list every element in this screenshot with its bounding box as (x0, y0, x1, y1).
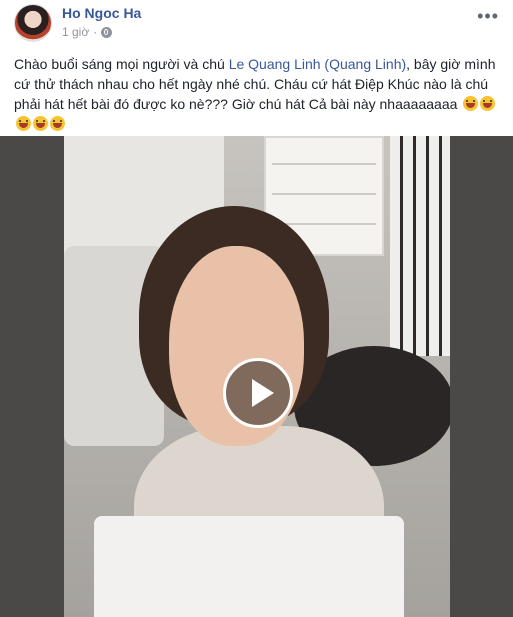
video-player[interactable] (0, 136, 513, 617)
separator-dot: · (93, 25, 98, 39)
laughing-emoji-icon (463, 96, 479, 111)
post-time[interactable]: 1 giờ (62, 25, 89, 39)
lattice-screen (390, 136, 450, 356)
white-dress (94, 516, 404, 617)
more-options-button[interactable]: ••• (477, 6, 499, 27)
globe-icon[interactable] (101, 26, 113, 38)
mention-link[interactable]: Le Quang Linh (Quang Linh) (229, 56, 406, 72)
post-text: Chào buổi sáng mọi người và chú Le Quang… (14, 54, 504, 134)
laughing-emoji-icon (16, 116, 31, 131)
facebook-post: Ho Ngoc Ha 1 giờ · ••• Chào buổi sáng mọ… (0, 0, 513, 617)
author-name[interactable]: Ho Ngoc Ha (62, 5, 141, 21)
play-icon[interactable] (223, 358, 293, 428)
video-blur-left (0, 136, 64, 617)
post-meta: 1 giờ · (62, 25, 113, 39)
video-blur-right (450, 136, 513, 617)
laughing-emoji-icon (480, 96, 496, 111)
post-text-part1: Chào buổi sáng mọi người và chú (14, 56, 229, 72)
laughing-emoji-icon (33, 116, 48, 131)
laughing-emoji-icon (50, 116, 65, 131)
author-avatar[interactable] (14, 4, 52, 42)
